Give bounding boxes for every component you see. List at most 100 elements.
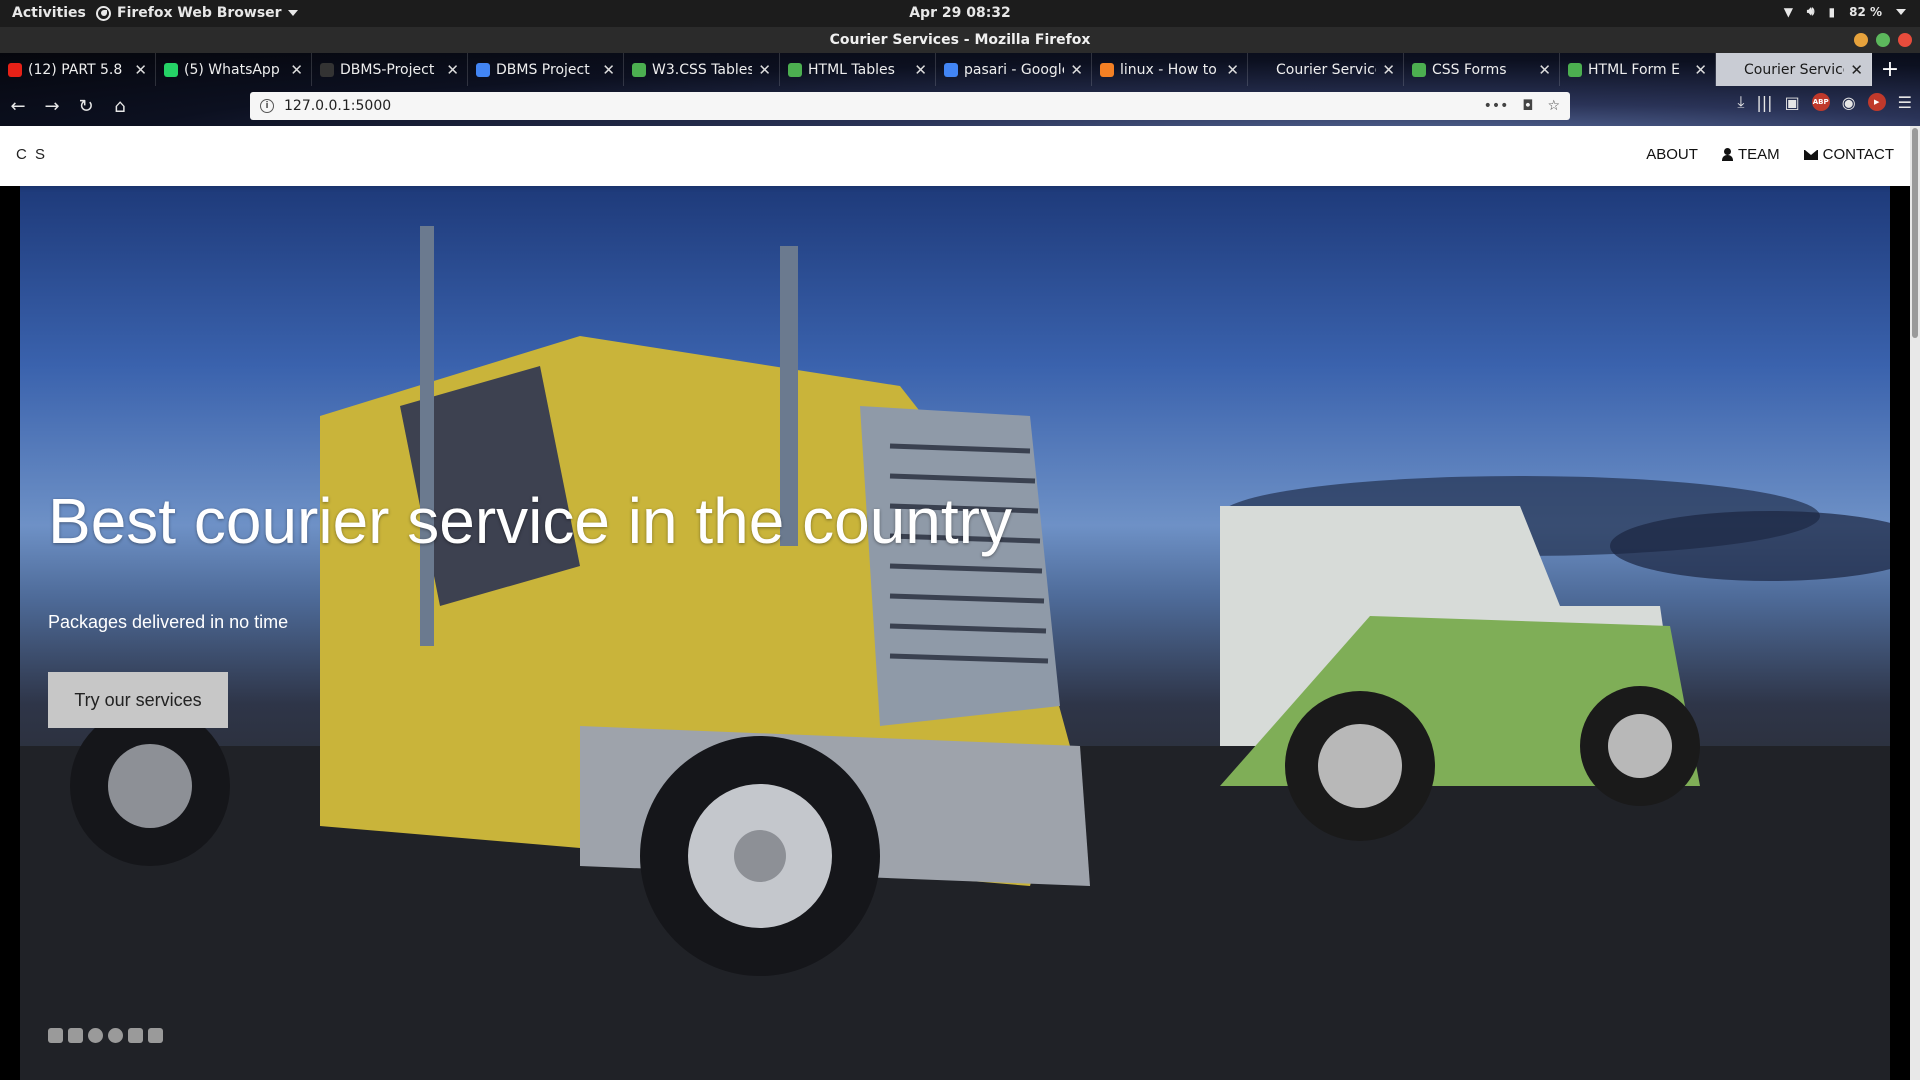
adblock-icon[interactable]: ABP: [1811, 93, 1830, 111]
close-icon[interactable]: ✕: [1538, 61, 1551, 79]
tab-label: HTML Tables: [808, 61, 895, 78]
window-title: Courier Services - Mozilla Firefox: [829, 32, 1091, 48]
tab[interactable]: CSS Forms ✕: [1404, 53, 1560, 86]
info-icon[interactable]: i: [260, 99, 274, 113]
status-menu[interactable]: ▼ 🔊︎ ▮ 82 %: [1784, 4, 1906, 19]
window-titlebar: Courier Services - Mozilla Firefox: [0, 27, 1920, 53]
chevron-down-icon: [287, 10, 298, 16]
tab-label: HTML Form E: [1588, 61, 1680, 78]
w3schools-icon: [1412, 62, 1426, 77]
close-icon[interactable]: ✕: [290, 61, 303, 79]
tab-label: (12) PART 5.8: [28, 61, 123, 78]
instagram-icon[interactable]: [68, 1028, 83, 1043]
downloads-icon[interactable]: ⤓: [1737, 92, 1744, 112]
scrollbar-thumb[interactable]: [1912, 128, 1918, 338]
extension-icon[interactable]: ◉: [1842, 93, 1856, 112]
social-links: [48, 1028, 163, 1043]
close-icon[interactable]: ✕: [1850, 61, 1863, 79]
close-icon[interactable]: ✕: [1694, 61, 1707, 79]
tab[interactable]: Courier Services ✕: [1248, 53, 1404, 86]
facebook-icon[interactable]: [48, 1028, 63, 1043]
clock[interactable]: Apr 29 08:32: [909, 5, 1011, 21]
tab-label: CSS Forms: [1432, 61, 1507, 78]
tab[interactable]: HTML Tables ✕: [780, 53, 936, 86]
minimize-button[interactable]: [1854, 33, 1868, 47]
activities-button[interactable]: Activities: [12, 5, 86, 21]
tab[interactable]: W3.CSS Tables ✕: [624, 53, 780, 86]
tab[interactable]: (12) PART 5.8 ✕: [0, 53, 156, 86]
menu-icon[interactable]: ☰: [1898, 93, 1912, 112]
page-actions-icon[interactable]: •••: [1484, 98, 1509, 114]
pocket-icon[interactable]: ◘: [1522, 98, 1533, 114]
blank-icon: [1724, 63, 1738, 77]
hero-background-image: [20, 226, 1890, 1080]
stackexchange-icon: [1100, 62, 1114, 77]
tab-label: pasari - Google: [964, 61, 1065, 78]
close-icon[interactable]: ✕: [446, 61, 459, 79]
close-window-button[interactable]: [1898, 33, 1912, 47]
tab[interactable]: (5) WhatsApp ✕: [156, 53, 312, 86]
tab[interactable]: HTML Form E ✕: [1560, 53, 1716, 86]
blank-icon: [1256, 63, 1270, 77]
hero-title: Best courier service in the country: [48, 485, 1012, 557]
site-brand[interactable]: C S: [16, 146, 47, 163]
nav-contact-link[interactable]: CONTACT: [1803, 146, 1894, 163]
chevron-down-icon: [1896, 8, 1906, 15]
nav-team-link[interactable]: TEAM: [1721, 146, 1780, 163]
back-button[interactable]: ←: [2, 90, 34, 122]
close-icon[interactable]: ✕: [602, 61, 615, 79]
tab-label: (5) WhatsApp: [184, 61, 280, 78]
nav-about-link[interactable]: ABOUT: [1646, 146, 1698, 163]
tab-label: W3.CSS Tables: [652, 61, 753, 78]
tab-label: DBMS-Project: [340, 61, 435, 78]
twitter-icon[interactable]: [128, 1028, 143, 1043]
nav-toolbar: ← → ↻ ⌂ i 127.0.0.1:5000 ••• ◘ ☆ ⤓ ||| ▣…: [0, 86, 1920, 126]
app-menu[interactable]: Firefox Web Browser: [96, 5, 298, 21]
docs-icon: [476, 62, 490, 77]
docs-icon: [944, 62, 958, 77]
close-icon[interactable]: ✕: [1382, 61, 1395, 79]
youtube-extension-icon[interactable]: ▶: [1867, 93, 1886, 111]
tab-label: Courier Services: [1744, 61, 1844, 78]
youtube-icon: [8, 62, 22, 77]
system-top-bar: Activities Firefox Web Browser Apr 29 08…: [0, 0, 1920, 27]
close-icon[interactable]: ✕: [1070, 61, 1083, 79]
bookmark-star-icon[interactable]: ☆: [1547, 98, 1560, 114]
tab[interactable]: DBMS-Project ✕: [312, 53, 468, 86]
tab-label: Courier Services: [1276, 61, 1376, 78]
w3schools-icon: [632, 62, 646, 77]
tab-strip: (12) PART 5.8 ✕ (5) WhatsApp ✕ DBMS-Projec…: [0, 53, 1920, 86]
page-viewport: C S ABOUT TEAM CONTACT Best courier serv…: [0, 126, 1910, 1080]
tab-active[interactable]: Courier Services ✕: [1716, 53, 1872, 86]
snapchat-icon[interactable]: [88, 1028, 103, 1043]
url-bar[interactable]: i 127.0.0.1:5000 ••• ◘ ☆: [250, 92, 1570, 120]
battery-label: 82 %: [1849, 4, 1882, 19]
tab[interactable]: DBMS Project ✕: [468, 53, 624, 86]
page-scrollbar[interactable]: [1910, 126, 1920, 1080]
reload-button[interactable]: ↻: [70, 90, 102, 122]
nav-contact-label: CONTACT: [1822, 146, 1894, 163]
url-text[interactable]: 127.0.0.1:5000: [284, 98, 391, 114]
browser-chrome: (12) PART 5.8 ✕ (5) WhatsApp ✕ DBMS-Projec…: [0, 53, 1920, 126]
close-icon[interactable]: ✕: [1226, 61, 1239, 79]
envelope-icon: [1803, 149, 1818, 160]
close-icon[interactable]: ✕: [134, 61, 147, 79]
new-tab-button[interactable]: +: [1876, 53, 1904, 86]
tab-label: linux - How to: [1120, 61, 1217, 78]
close-icon[interactable]: ✕: [758, 61, 771, 79]
w3schools-icon: [788, 62, 802, 77]
forward-button[interactable]: →: [36, 90, 68, 122]
library-icon[interactable]: |||: [1756, 93, 1772, 112]
firefox-icon: [96, 5, 111, 21]
pinterest-icon[interactable]: [108, 1028, 123, 1043]
try-services-button[interactable]: Try our services: [48, 672, 228, 728]
maximize-button[interactable]: [1876, 33, 1890, 47]
sidebar-icon[interactable]: ▣: [1785, 93, 1800, 112]
home-button[interactable]: ⌂: [104, 90, 136, 122]
nav-team-label: TEAM: [1737, 146, 1780, 163]
app-menu-label: Firefox Web Browser: [117, 5, 282, 21]
tab[interactable]: linux - How to ✕: [1092, 53, 1248, 86]
tab[interactable]: pasari - Google ✕: [936, 53, 1092, 86]
linkedin-icon[interactable]: [148, 1028, 163, 1043]
close-icon[interactable]: ✕: [914, 61, 927, 79]
